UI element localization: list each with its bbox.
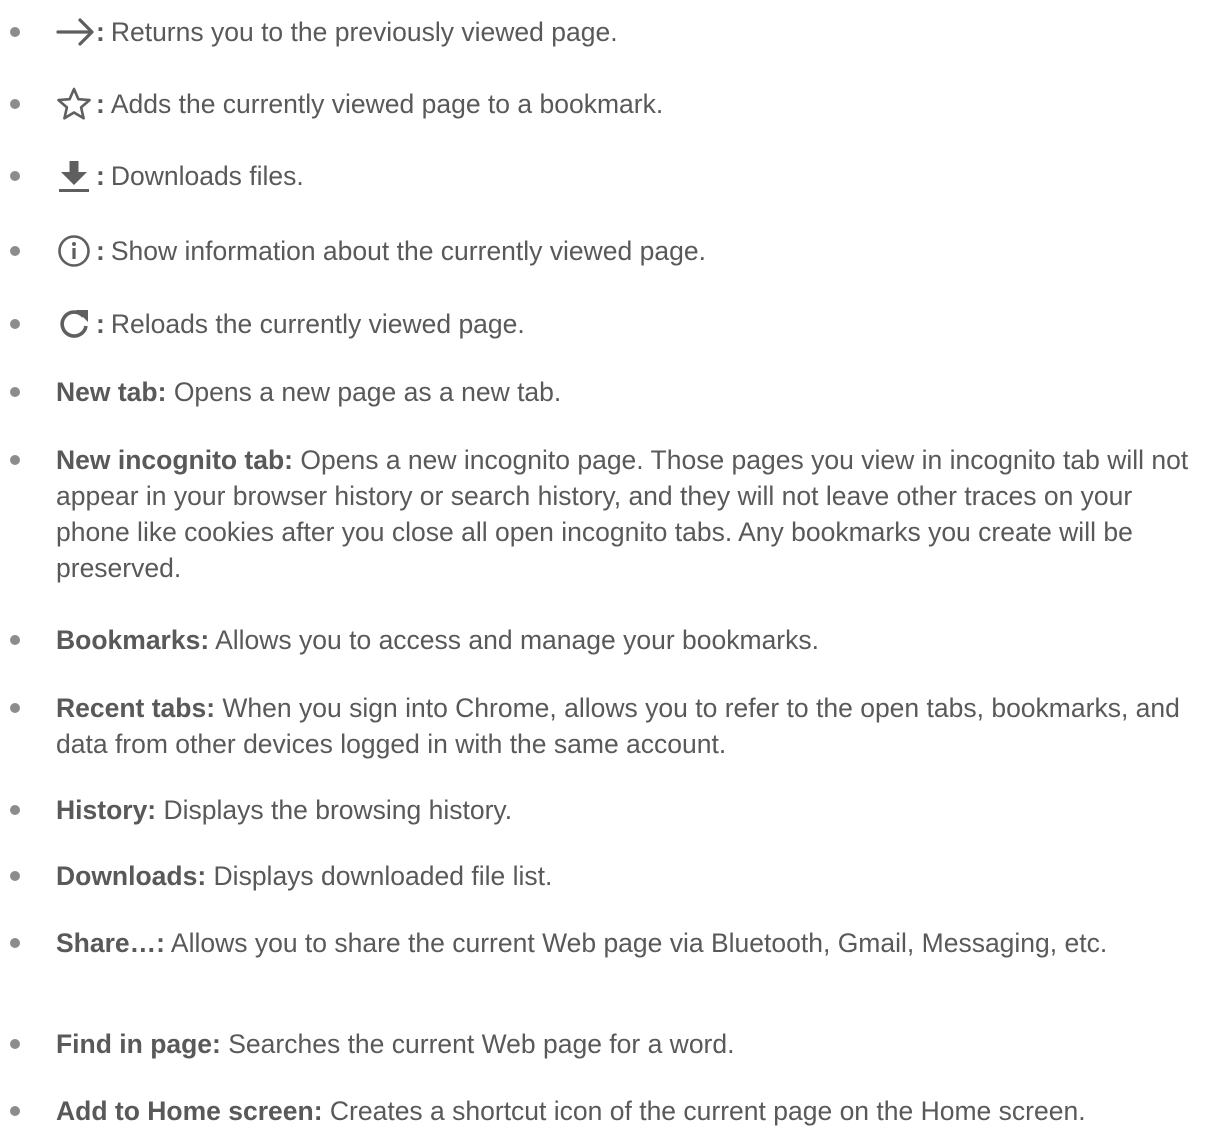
info-icon (56, 233, 92, 269)
description: Searches the current Web page for a word… (228, 1029, 735, 1059)
colon: : (96, 161, 105, 191)
colon: : (96, 17, 105, 47)
colon: : (96, 236, 105, 266)
term-label: Find in page: (56, 1029, 221, 1059)
term-label: Downloads: (56, 861, 207, 891)
bullet (10, 805, 20, 815)
bullet (10, 1106, 20, 1116)
term-label: Share…: (56, 928, 165, 958)
description: Adds the currently viewed page to a book… (110, 89, 664, 119)
term-label: Recent tabs: (56, 693, 216, 723)
list-item-content: History: Displays the browsing history. (56, 792, 1203, 828)
list-item-content: Share…: Allows you to share the current … (56, 925, 1203, 961)
arrow-forward-icon (56, 14, 94, 50)
list-item-content: : Show information about the currently v… (56, 233, 706, 269)
description: Allows you to share the current Web page… (170, 928, 1108, 958)
colon: : (96, 89, 105, 119)
list-item-content: : Reloads the currently viewed page. (56, 306, 525, 342)
bullet (10, 871, 20, 881)
bullet (10, 27, 20, 37)
bullet (10, 387, 20, 397)
colon: : (96, 309, 105, 339)
list-item-content: Bookmarks: Allows you to access and mana… (56, 622, 1203, 658)
description: When you sign into Chrome, allows you to… (56, 693, 1180, 759)
list-item-content: : Adds the currently viewed page to a bo… (56, 86, 663, 122)
bullet (10, 938, 20, 948)
description: Allows you to access and manage your boo… (215, 625, 819, 655)
bullet (10, 319, 20, 329)
list-item-content: : Returns you to the previously viewed p… (56, 14, 618, 50)
bullet (10, 455, 20, 465)
list-item-content: New incognito tab: Opens a new incognito… (56, 442, 1203, 586)
list-item-content: New tab: Opens a new page as a new tab. (56, 374, 1203, 410)
list-item-content: Recent tabs: When you sign into Chrome, … (56, 690, 1203, 762)
bullet (10, 246, 20, 256)
description: Displays downloaded file list. (213, 861, 553, 891)
term-label: History: (56, 795, 157, 825)
description: Displays the browsing history. (163, 795, 513, 825)
bullet (10, 1039, 20, 1049)
download-icon (56, 158, 92, 194)
term-label: New tab: (56, 377, 167, 407)
description: Show information about the currently vie… (110, 236, 706, 266)
description: Returns you to the previously viewed pag… (110, 17, 618, 47)
description: Reloads the currently viewed page. (110, 309, 525, 339)
description: Downloads files. (110, 161, 304, 191)
term-label: Bookmarks: (56, 625, 210, 655)
bullet (10, 99, 20, 109)
description: Creates a shortcut icon of the current p… (329, 1096, 1086, 1126)
reload-icon (56, 306, 92, 342)
term-label: Add to Home screen: (56, 1096, 323, 1126)
bullet (10, 635, 20, 645)
list-item-content: : Downloads files. (56, 158, 304, 194)
term-label: New incognito tab: (56, 445, 294, 475)
bullet (10, 703, 20, 713)
description: Opens a new page as a new tab. (173, 377, 562, 407)
bullet (10, 171, 20, 181)
list-item-content: Downloads: Displays downloaded file list… (56, 858, 1203, 894)
star-outline-icon (56, 86, 92, 122)
list-item-content: Find in page: Searches the current Web p… (56, 1026, 1203, 1062)
